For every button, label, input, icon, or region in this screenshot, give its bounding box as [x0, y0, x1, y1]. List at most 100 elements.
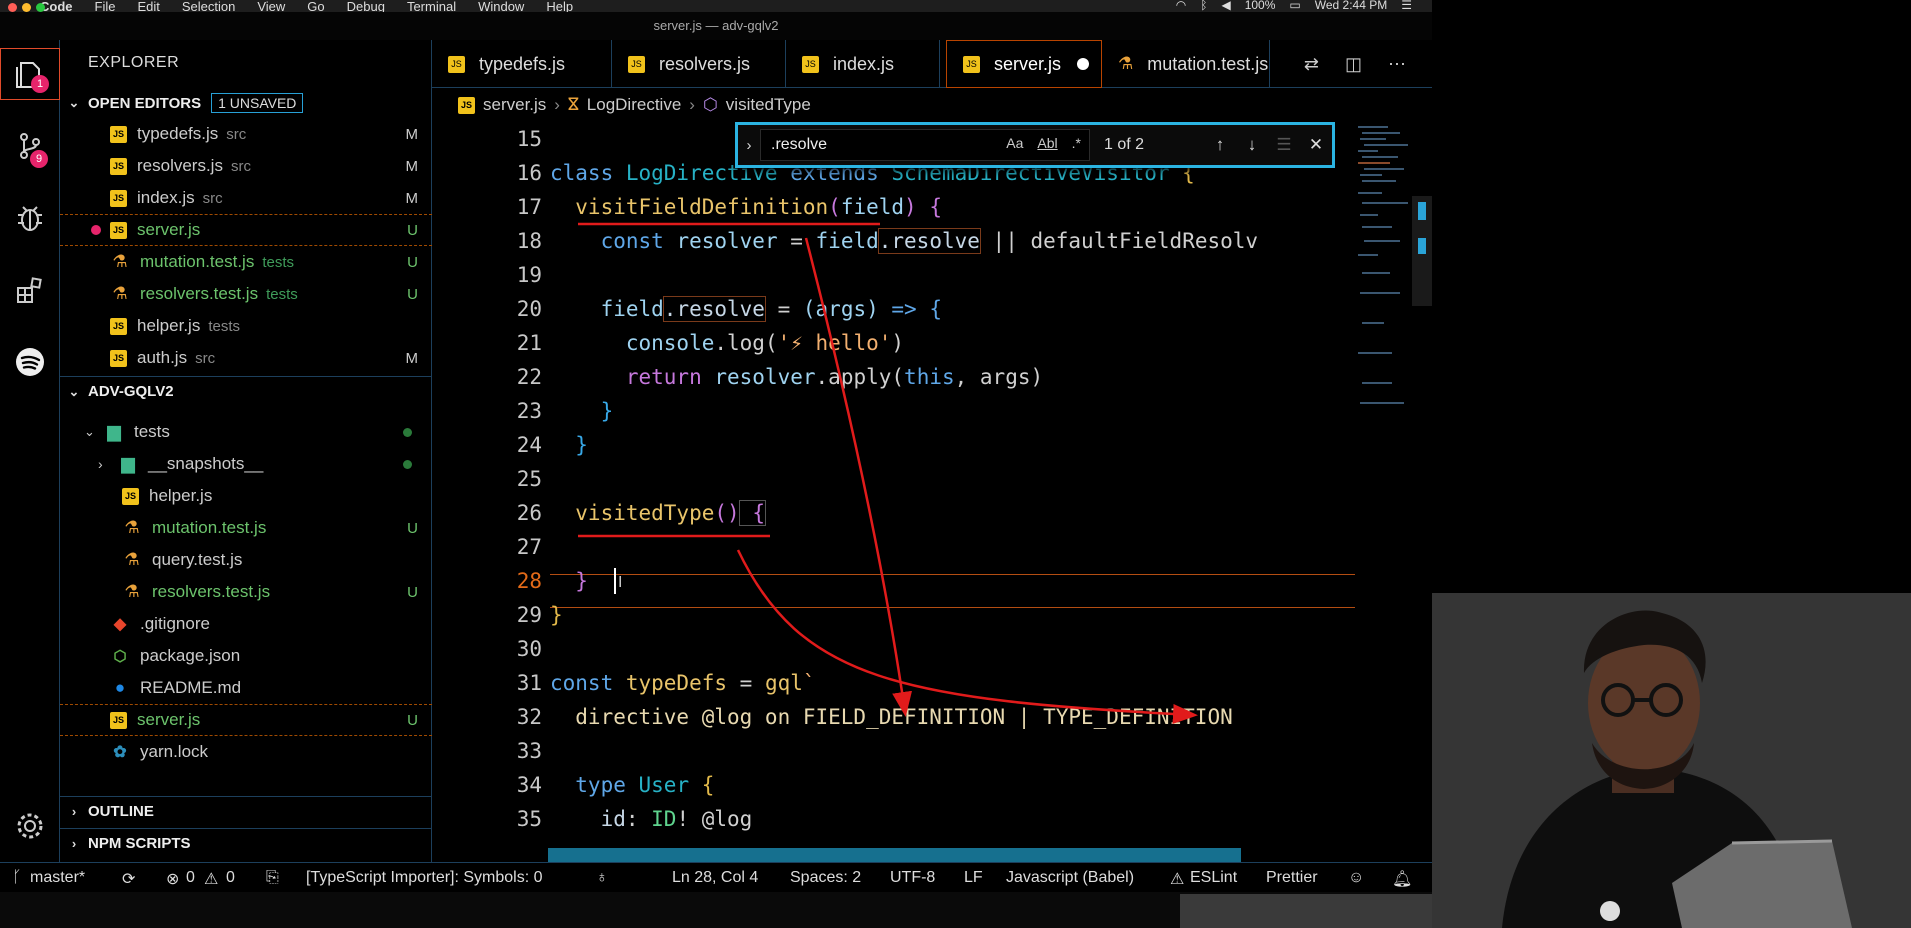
tree-file[interactable]: ⚗ query.test.js: [60, 544, 432, 576]
encoding[interactable]: UTF-8: [890, 869, 935, 887]
tab-resolvers[interactable]: JS resolvers.js: [612, 40, 786, 88]
branch-icon[interactable]: ᚴ: [12, 869, 22, 887]
match-case-toggle[interactable]: Aa: [1006, 135, 1023, 151]
menubar-clock[interactable]: Wed 2:44 PM: [1315, 0, 1387, 11]
eslint-status[interactable]: ESLint: [1190, 869, 1237, 887]
tree-file[interactable]: ◆ .gitignore: [60, 608, 432, 640]
open-editor-item[interactable]: ⚗ resolvers.test.js tests U: [60, 278, 432, 310]
horizontal-scrollbar[interactable]: [548, 848, 1241, 862]
compare-icon[interactable]: ⇄: [1304, 54, 1319, 75]
more-actions-icon[interactable]: ⋯: [1388, 54, 1406, 75]
project-label: ADV-GQLV2: [88, 383, 174, 400]
open-editor-item[interactable]: ⚗ mutation.test.js tests U: [60, 246, 432, 278]
zoom-window-button[interactable]: [36, 3, 45, 12]
battery-icon[interactable]: ▭: [1289, 0, 1300, 11]
vertical-scrollbar[interactable]: [1412, 122, 1432, 862]
menu-terminal[interactable]: Terminal: [407, 0, 456, 13]
open-editors-header[interactable]: ⌄ OPEN EDITORS 1 UNSAVED: [60, 88, 432, 118]
minimap[interactable]: [1356, 122, 1412, 412]
breadcrumb-class[interactable]: LogDirective: [587, 95, 682, 115]
tree-file[interactable]: ● README.md: [60, 672, 432, 704]
git-branch[interactable]: master*: [30, 869, 85, 887]
error-icon[interactable]: ⊗: [166, 869, 179, 889]
indentation[interactable]: Spaces: 2: [790, 869, 861, 887]
find-in-selection-icon[interactable]: ☰: [1268, 135, 1300, 155]
menu-help[interactable]: Help: [546, 0, 573, 13]
js-file-icon: JS: [963, 55, 980, 73]
find-input[interactable]: .resolve Aa Abl .*: [760, 129, 1090, 161]
unsaved-dot-icon[interactable]: [91, 225, 101, 235]
eslint-warning-icon[interactable]: ⚠: [1170, 869, 1184, 889]
importer-icon[interactable]: ⎘: [266, 869, 279, 887]
code-text: console.log('⚡ hello'): [550, 331, 905, 355]
cursor-position[interactable]: Ln 28, Col 4: [672, 869, 758, 887]
manage-activity[interactable]: [0, 800, 60, 852]
extensions-activity[interactable]: [0, 264, 60, 316]
open-editor-item[interactable]: JS auth.js src M: [60, 342, 432, 374]
source-control-activity[interactable]: 9: [0, 120, 60, 172]
tab-server-active[interactable]: JS server.js: [946, 40, 1102, 88]
open-editor-item[interactable]: JS typedefs.js src M: [60, 118, 432, 150]
code-editor[interactable]: 15 16 class LogDirective extends SchemaD…: [432, 122, 1432, 862]
next-match-icon[interactable]: ↓: [1236, 135, 1268, 155]
minimize-window-button[interactable]: [22, 3, 31, 12]
menu-edit[interactable]: Edit: [137, 0, 159, 13]
previous-match-icon[interactable]: ↑: [1204, 135, 1236, 155]
npm-scripts-header[interactable]: › NPM SCRIPTS: [60, 828, 432, 858]
unsaved-dot-icon[interactable]: [1077, 58, 1090, 70]
mac-menubar: Code File Edit Selection View Go Debug T…: [0, 0, 1432, 13]
close-window-button[interactable]: [8, 3, 17, 12]
whole-word-toggle[interactable]: Abl: [1037, 135, 1057, 151]
js-file-icon: JS: [110, 349, 127, 367]
open-editor-item-active[interactable]: JS server.js U: [60, 214, 432, 246]
line-ending[interactable]: LF: [964, 869, 983, 887]
menu-go[interactable]: Go: [307, 0, 324, 13]
tree-file[interactable]: ⬡ package.json: [60, 640, 432, 672]
language-mode[interactable]: Javascript (Babel): [1006, 869, 1134, 887]
explorer-activity[interactable]: 1: [0, 48, 60, 100]
project-header[interactable]: ⌄ ADV-GQLV2: [60, 376, 432, 406]
outline-header[interactable]: › OUTLINE: [60, 796, 432, 826]
menu-view[interactable]: View: [257, 0, 285, 13]
battery-level[interactable]: 100%: [1245, 0, 1276, 11]
close-find-icon[interactable]: ✕: [1300, 135, 1332, 155]
tab-index[interactable]: JS index.js: [786, 40, 940, 88]
ibeam-cursor-icon: I: [618, 574, 623, 591]
breadcrumb-file[interactable]: server.js: [483, 95, 546, 115]
tree-file-active[interactable]: JS server.js U: [60, 704, 432, 736]
wifi-icon[interactable]: ◠: [1176, 0, 1186, 11]
volume-icon[interactable]: ◀: [1221, 0, 1230, 11]
bluetooth-icon[interactable]: ᛒ: [1200, 0, 1207, 11]
open-editor-item[interactable]: JS resolvers.js src M: [60, 150, 432, 182]
warning-icon[interactable]: ⚠: [204, 869, 218, 889]
notifications-bell-icon[interactable]: 🔔︎: [1392, 869, 1412, 889]
toggle-replace-icon[interactable]: ›: [738, 137, 760, 154]
menu-extras-icon[interactable]: ☰: [1401, 0, 1412, 11]
error-count[interactable]: 0: [186, 869, 195, 887]
tree-file[interactable]: ⚗ mutation.test.js U: [60, 512, 432, 544]
menu-file[interactable]: File: [95, 0, 116, 13]
tree-folder[interactable]: ⌄ ▆ tests: [60, 416, 432, 448]
prettier-status[interactable]: Prettier: [1266, 869, 1318, 887]
tree-file[interactable]: ⚗ resolvers.test.js U: [60, 576, 432, 608]
tab-typedefs[interactable]: JS typedefs.js: [432, 40, 612, 88]
open-editor-item[interactable]: JS helper.js tests: [60, 310, 432, 342]
tree-folder[interactable]: › ▆ __snapshots__: [60, 448, 432, 480]
sync-icon[interactable]: ⟳: [122, 869, 135, 889]
menu-window[interactable]: Window: [478, 0, 524, 13]
open-editor-item[interactable]: JS index.js src M: [60, 182, 432, 214]
debug-activity[interactable]: [0, 192, 60, 244]
warning-count[interactable]: 0: [226, 869, 235, 887]
spotify-activity[interactable]: [0, 336, 60, 388]
menu-debug[interactable]: Debug: [347, 0, 385, 13]
tree-file[interactable]: ✿ yarn.lock: [60, 736, 432, 768]
feedback-smiley-icon[interactable]: ☺: [1348, 869, 1364, 887]
split-editor-icon[interactable]: ◫: [1345, 54, 1362, 75]
tree-file[interactable]: JS helper.js: [60, 480, 432, 512]
live-share-icon[interactable]: ♁: [596, 869, 608, 887]
tab-mutation-test[interactable]: ⚗ mutation.test.js: [1102, 40, 1270, 88]
breadcrumb-method[interactable]: visitedType: [726, 95, 811, 115]
typescript-importer[interactable]: [TypeScript Importer]: Symbols: 0: [306, 869, 543, 887]
menu-selection[interactable]: Selection: [182, 0, 235, 13]
regex-toggle[interactable]: .*: [1072, 135, 1081, 151]
